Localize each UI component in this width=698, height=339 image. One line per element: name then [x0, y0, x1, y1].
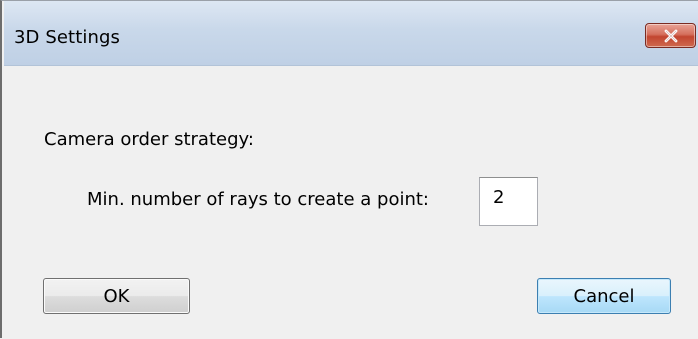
camera-order-strategy-label: Camera order strategy: [44, 129, 254, 150]
dialog-content: Camera order strategy: Min. number of ra… [4, 66, 698, 339]
close-button[interactable] [645, 23, 696, 48]
close-icon [663, 29, 679, 43]
min-rays-input[interactable]: 2 [479, 177, 538, 226]
ok-button-label: OK [103, 285, 130, 307]
dialog-title: 3D Settings [14, 27, 120, 48]
cancel-button-label: Cancel [573, 285, 635, 307]
title-bar[interactable]: 3D Settings [4, 1, 698, 66]
cancel-button[interactable]: Cancel [537, 278, 671, 314]
settings-dialog: 3D Settings Camera order strategy: Min. … [0, 0, 698, 339]
ok-button[interactable]: OK [43, 278, 190, 314]
min-rays-value: 2 [493, 187, 505, 208]
min-rays-label: Min. number of rays to create a point: [87, 189, 429, 210]
